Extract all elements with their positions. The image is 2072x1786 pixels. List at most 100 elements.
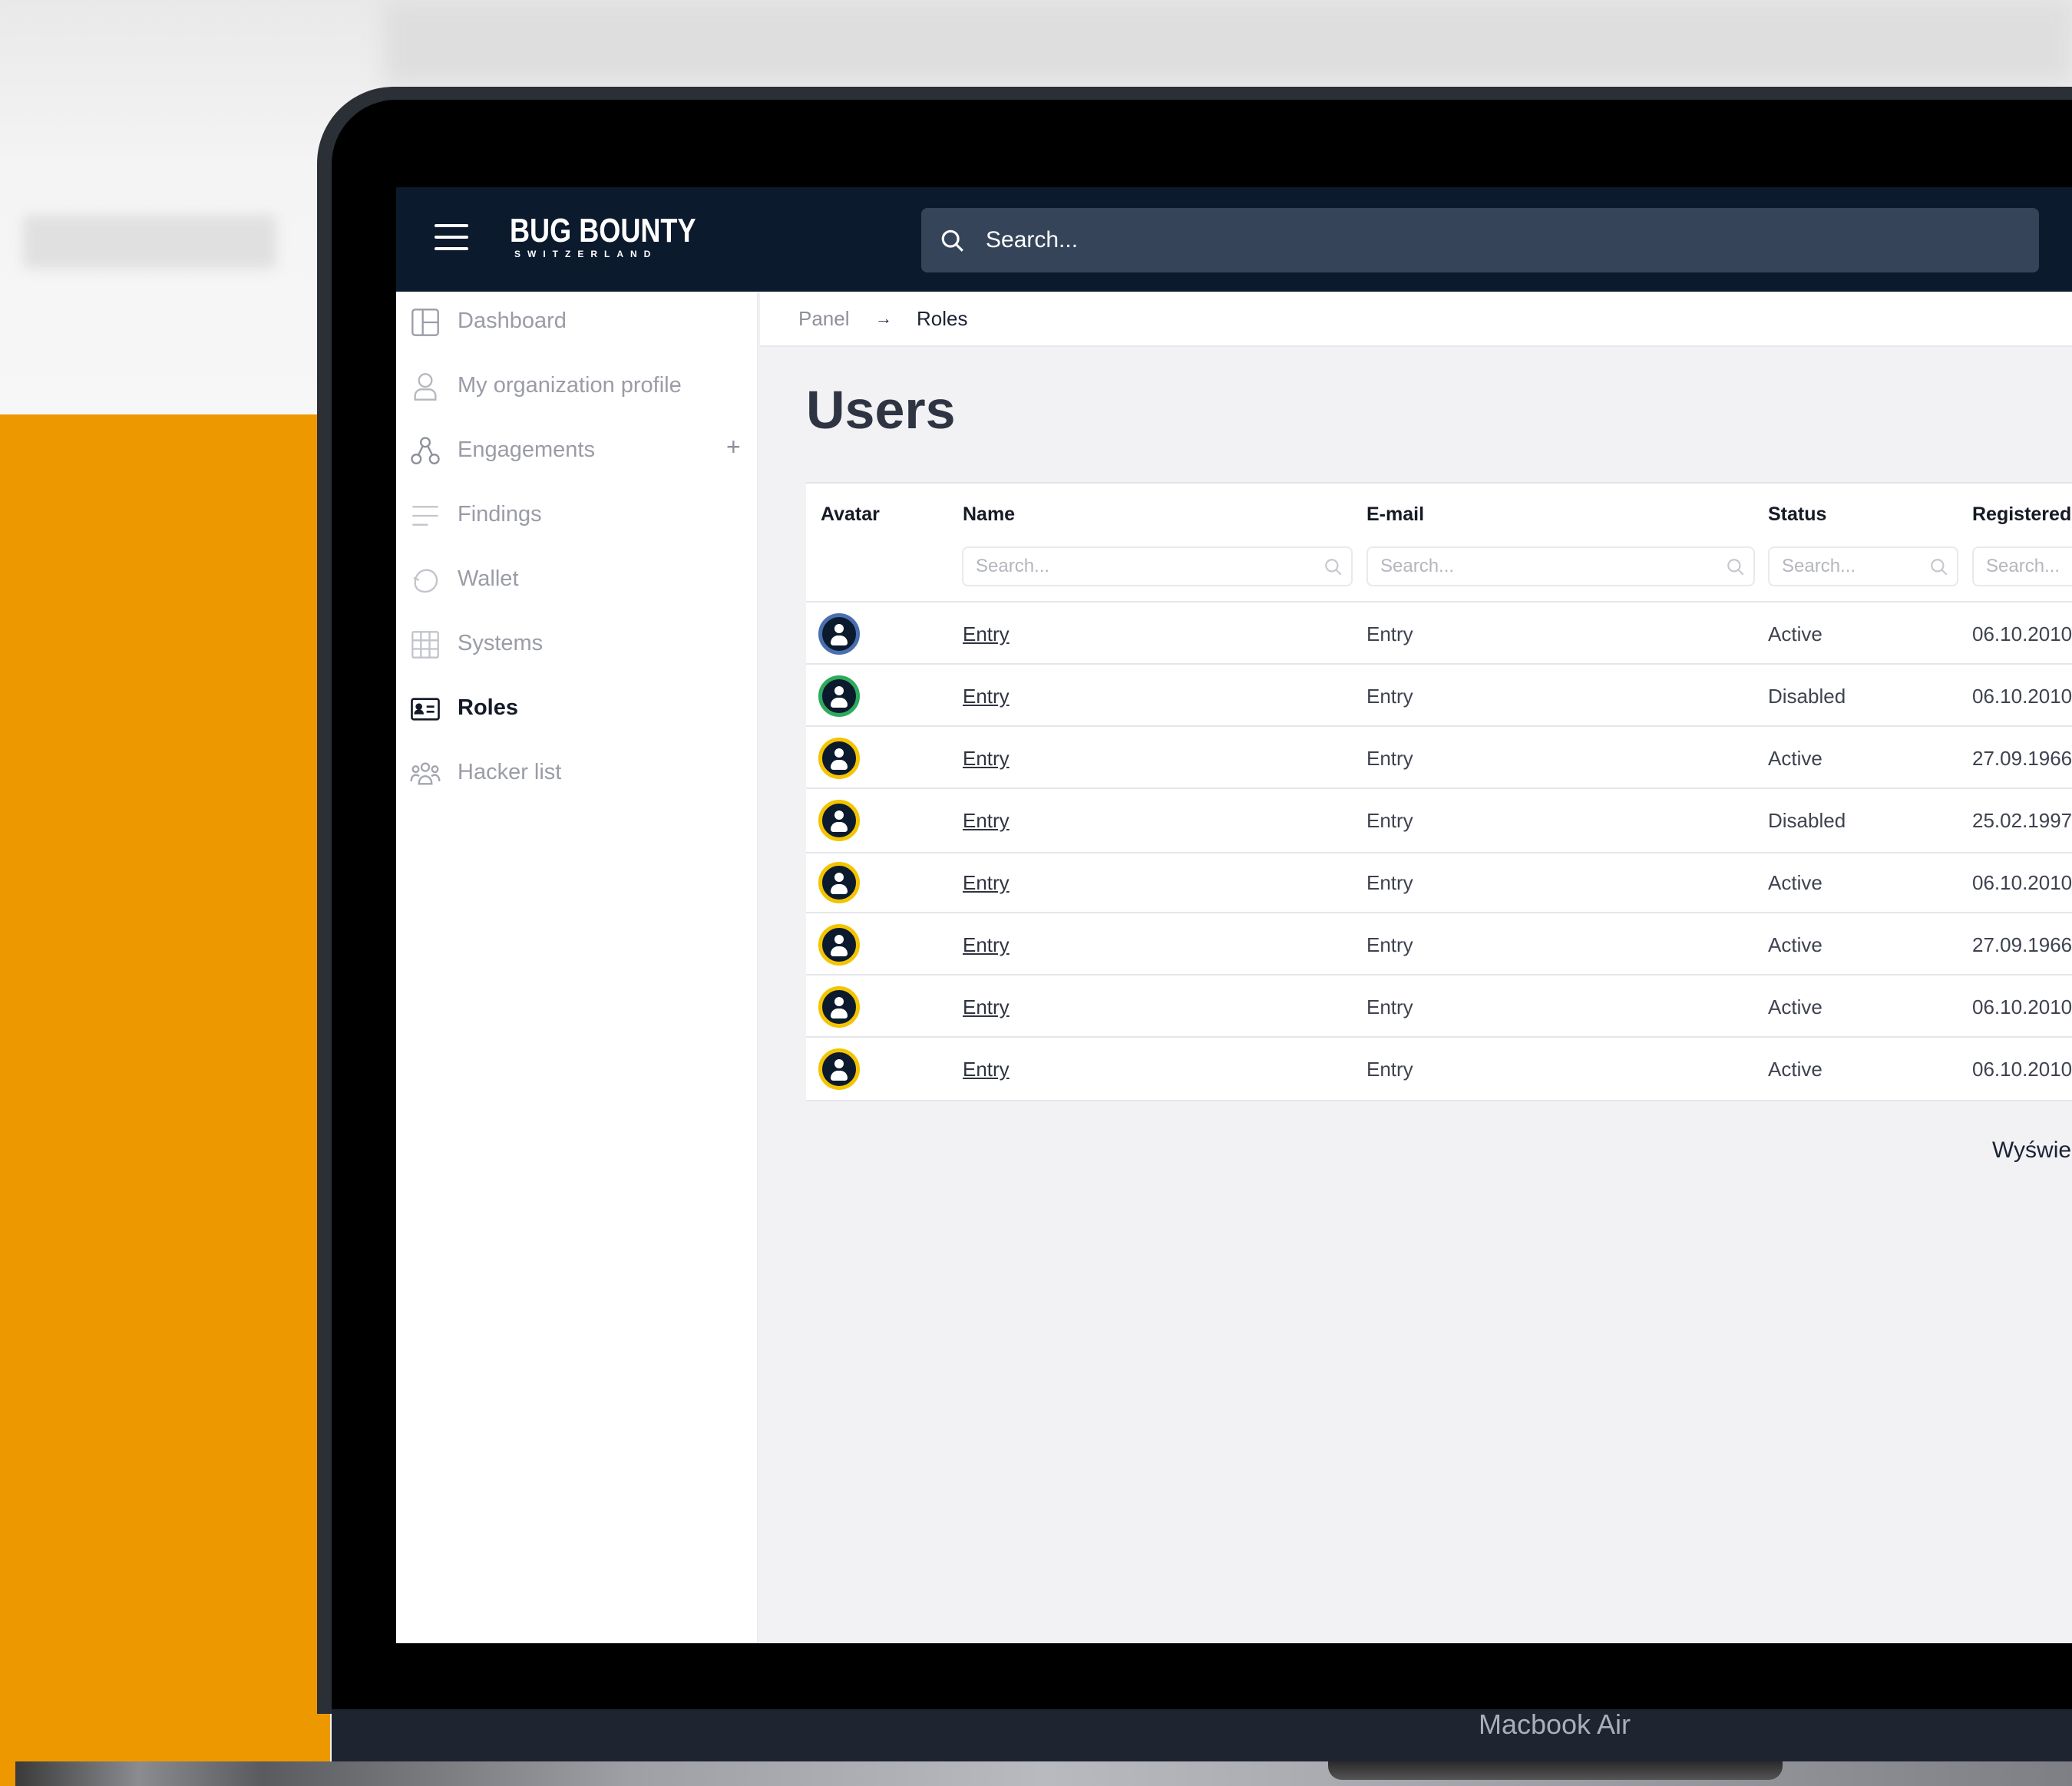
user-registered: 06.10.2010 [1972,995,2072,1018]
sidebar-item-label: Roles [458,695,518,720]
column-header-email[interactable]: E-mail [1366,503,1424,526]
pagination-info: Wyświe [1992,1137,2072,1163]
page-title: Users [806,380,956,440]
sidebar-item-label: My organization profile [458,373,682,398]
email-filter [1366,546,1755,586]
top-bar: BUG BOUNTY SWITZERLAND [396,187,2072,292]
global-search-input[interactable] [986,208,2014,272]
user-email: Entry [1366,1058,1413,1081]
sidebar-item-label: Wallet [458,566,519,591]
breadcrumb: Panel → Roles [760,292,2072,347]
search-icon [1325,559,1342,576]
user-name-link[interactable]: Entry [963,622,1010,646]
column-header-registered[interactable]: Registered [1972,503,2071,526]
search-icon [1931,559,1948,576]
user-name-link[interactable]: Entry [963,933,1010,957]
row-divider [806,852,2072,853]
sidebar-item-label: Hacker list [458,760,562,784]
user-status: Disabled [1768,685,1846,708]
user-name-link[interactable]: Entry [963,747,1010,771]
sidebar-item-label: Findings [458,502,542,527]
registered-filter [1972,546,2072,586]
user-status: Active [1768,622,1823,645]
user-name-link[interactable]: Entry [963,871,1010,895]
avatar[interactable] [818,986,860,1028]
user-name-link[interactable]: Entry [963,1058,1010,1081]
orange-panel [0,414,330,1786]
user-email: Entry [1366,871,1413,894]
avatar[interactable] [818,800,860,841]
name-filter-input[interactable] [976,548,1286,585]
global-search [921,208,2039,272]
wallet-icon [413,569,438,593]
user-icon [414,373,437,401]
search-icon [1727,559,1744,576]
sidebar-item-organization-profile[interactable]: My organization profile [396,362,758,411]
user-name-link[interactable]: Entry [963,685,1010,708]
user-status: Active [1768,871,1823,894]
sidebar-item-wallet[interactable]: Wallet [396,556,758,605]
dashboard-icon [411,309,439,336]
row-divider [806,663,2072,665]
table-bottom-border [806,1100,2072,1101]
row-divider [806,601,2072,602]
avatar[interactable] [818,1048,860,1090]
user-status: Active [1768,933,1823,956]
user-email: Entry [1366,995,1413,1018]
registered-filter-input[interactable] [1986,548,2070,585]
sidebar-item-dashboard[interactable]: Dashboard [396,298,758,347]
avatar[interactable] [818,675,860,717]
user-registered: 06.10.2010 [1972,622,2072,645]
id-card-icon [411,698,440,721]
user-status: Active [1768,1058,1823,1081]
row-divider [806,787,2072,789]
avatar[interactable] [818,924,860,966]
row-divider [806,912,2072,913]
name-filter [962,546,1353,586]
brand-name: BUG BOUNTY [510,212,696,249]
background-blur-shape [384,0,2072,84]
list-icon [412,506,438,526]
sidebar-item-hacker-list[interactable]: Hacker list [396,749,758,798]
sidebar-item-findings[interactable]: Findings [396,491,758,540]
avatar[interactable] [818,738,860,779]
brand-logo[interactable]: BUG BOUNTY SWITZERLAND [510,212,696,266]
user-status: Active [1768,747,1823,770]
user-registered: 06.10.2010 [1972,871,2072,894]
sidebar-item-label: Dashboard [458,309,567,333]
avatar[interactable] [818,613,860,655]
column-header-status[interactable]: Status [1768,503,1826,526]
status-filter-input[interactable] [1782,548,1932,585]
search-icon [941,229,963,252]
grid-icon [411,631,439,659]
user-registered: 25.02.1997 [1972,809,2072,832]
sidebar-item-roles[interactable]: Roles [396,685,758,734]
brand-subtitle: SWITZERLAND [514,249,658,259]
laptop-chin [332,1709,2072,1763]
sidebar: Dashboard My organization profile Engage… [396,292,758,1643]
sidebar-item-label: Engagements [458,437,595,462]
user-email: Entry [1366,933,1413,956]
user-email: Entry [1366,747,1413,770]
user-name-link[interactable]: Entry [963,809,1010,833]
email-filter-input[interactable] [1380,548,1689,585]
user-status: Active [1768,995,1823,1018]
sidebar-item-engagements[interactable]: Engagements + [396,427,758,476]
hamburger-menu-icon[interactable] [435,224,468,250]
user-registered: 27.09.1966 [1972,933,2072,956]
breadcrumb-panel[interactable]: Panel [798,307,850,331]
user-name-link[interactable]: Entry [963,995,1010,1019]
row-divider [806,725,2072,727]
column-header-name[interactable]: Name [963,503,1015,526]
sidebar-item-systems[interactable]: Systems [396,620,758,669]
avatar[interactable] [818,862,860,903]
user-status: Disabled [1768,809,1846,832]
user-registered: 06.10.2010 [1972,1058,2072,1081]
device-label: Macbook Air [1478,1708,1631,1740]
add-engagement-button[interactable]: + [726,433,741,461]
column-header-avatar[interactable]: Avatar [821,503,880,526]
sidebar-item-label: Systems [458,631,544,655]
breadcrumb-arrow-icon: → [875,309,892,328]
people-icon [410,762,441,785]
user-registered: 27.09.1966 [1972,747,2072,770]
